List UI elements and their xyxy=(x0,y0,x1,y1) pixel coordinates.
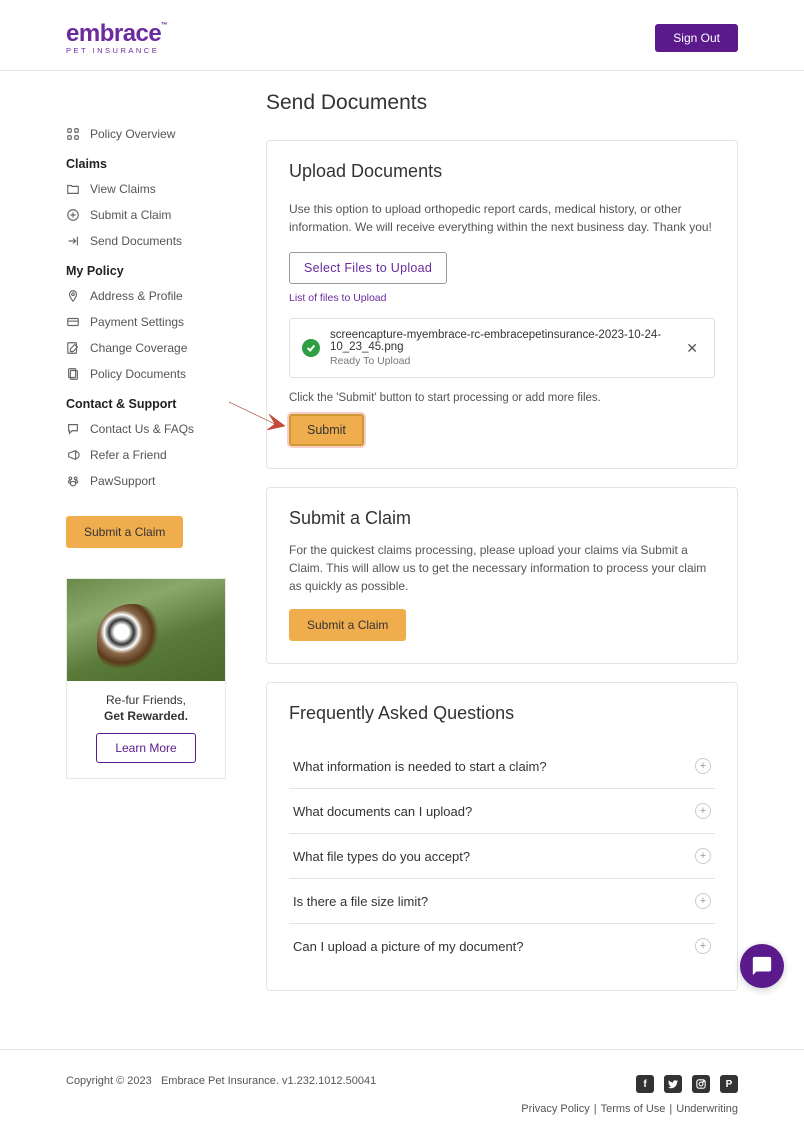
sidebar-label: Contact Us & FAQs xyxy=(90,422,194,436)
expand-icon: + xyxy=(695,848,711,864)
expand-icon: + xyxy=(695,803,711,819)
faq-question: What information is needed to start a cl… xyxy=(293,759,547,774)
instagram-icon[interactable] xyxy=(692,1075,710,1093)
privacy-link[interactable]: Privacy Policy xyxy=(521,1103,589,1115)
sidebar-section-my-policy: My Policy xyxy=(66,254,226,283)
expand-icon: + xyxy=(695,758,711,774)
sidebar-label: Change Coverage xyxy=(90,341,187,355)
sidebar-label: Send Documents xyxy=(90,234,182,248)
file-status: Ready To Upload xyxy=(330,355,672,367)
megaphone-icon xyxy=(66,448,80,462)
upload-documents-card: Upload Documents Use this option to uplo… xyxy=(266,140,738,469)
select-files-button[interactable]: Select Files to Upload xyxy=(289,252,447,284)
sidebar-item-refer-friend[interactable]: Refer a Friend xyxy=(66,442,226,468)
file-name: screencapture-myembrace-rc-embracepetins… xyxy=(330,329,672,353)
promo-text-line1: Re-fur Friends, xyxy=(77,693,215,707)
paw-icon xyxy=(66,474,80,488)
logo-tm: ™ xyxy=(161,22,168,29)
sidebar-item-policy-overview[interactable]: Policy Overview xyxy=(66,121,226,147)
send-icon xyxy=(66,234,80,248)
faq-card: Frequently Asked Questions What informat… xyxy=(266,682,738,991)
faq-question: Is there a file size limit? xyxy=(293,894,428,909)
sidebar-item-view-claims[interactable]: View Claims xyxy=(66,176,226,202)
folder-icon xyxy=(66,182,80,196)
uploaded-file-row: screencapture-myembrace-rc-embracepetins… xyxy=(289,318,715,378)
expand-icon: + xyxy=(695,893,711,909)
sidebar-item-change-coverage[interactable]: Change Coverage xyxy=(66,335,226,361)
submit-button[interactable]: Submit xyxy=(289,414,364,446)
sign-out-button[interactable]: Sign Out xyxy=(655,24,738,52)
grid-icon xyxy=(66,127,80,141)
chat-widget-button[interactable] xyxy=(740,944,784,988)
twitter-icon[interactable] xyxy=(664,1075,682,1093)
submit-claim-button[interactable]: Submit a Claim xyxy=(289,609,406,641)
sidebar-item-send-documents[interactable]: Send Documents xyxy=(66,228,226,254)
sidebar-item-submit-claim[interactable]: Submit a Claim xyxy=(66,202,226,228)
edit-icon xyxy=(66,341,80,355)
faq-question: Can I upload a picture of my document? xyxy=(293,939,524,954)
remove-file-button[interactable]: ✕ xyxy=(682,340,702,357)
submit-claim-description: For the quickest claims processing, plea… xyxy=(289,541,715,595)
faq-question: What file types do you accept? xyxy=(293,849,470,864)
faq-title: Frequently Asked Questions xyxy=(289,703,715,724)
plus-circle-icon xyxy=(66,208,80,222)
chat-icon xyxy=(66,422,80,436)
underwriting-link[interactable]: Underwriting xyxy=(676,1103,738,1115)
sidebar-section-contact-support: Contact & Support xyxy=(66,387,226,416)
documents-icon xyxy=(66,367,80,381)
check-circle-icon xyxy=(302,339,320,357)
sidebar-label: Refer a Friend xyxy=(90,448,167,462)
faq-item[interactable]: Can I upload a picture of my document? + xyxy=(289,924,715,968)
submit-claim-card: Submit a Claim For the quickest claims p… xyxy=(266,487,738,664)
sidebar-submit-claim-button[interactable]: Submit a Claim xyxy=(66,516,183,548)
sidebar-item-address-profile[interactable]: Address & Profile xyxy=(66,283,226,309)
upload-title: Upload Documents xyxy=(289,161,715,182)
sidebar-label: Policy Documents xyxy=(90,367,186,381)
sidebar-label: Submit a Claim xyxy=(90,208,171,222)
sidebar-label: Payment Settings xyxy=(90,315,184,329)
facebook-icon[interactable]: f xyxy=(636,1075,654,1093)
submit-claim-title: Submit a Claim xyxy=(289,508,715,529)
sidebar-item-payment-settings[interactable]: Payment Settings xyxy=(66,309,226,335)
logo-main-text: embrace xyxy=(66,20,161,47)
logo[interactable]: embrace™ PET INSURANCE xyxy=(66,20,161,55)
submit-help-text: Click the 'Submit' button to start proce… xyxy=(289,392,715,404)
promo-image xyxy=(67,579,225,681)
promo-card: Re-fur Friends, Get Rewarded. Learn More xyxy=(66,578,226,779)
sidebar-label: Address & Profile xyxy=(90,289,183,303)
pinterest-icon[interactable]: P xyxy=(720,1075,738,1093)
promo-text-line2: Get Rewarded. xyxy=(77,709,215,723)
faq-item[interactable]: What information is needed to start a cl… xyxy=(289,744,715,789)
upload-description: Use this option to upload orthopedic rep… xyxy=(289,200,715,236)
sidebar-item-pawsupport[interactable]: PawSupport xyxy=(66,468,226,494)
sidebar-section-claims: Claims xyxy=(66,147,226,176)
sidebar-label: View Claims xyxy=(90,182,156,196)
faq-item[interactable]: What documents can I upload? + xyxy=(289,789,715,834)
terms-link[interactable]: Terms of Use xyxy=(601,1103,666,1115)
faq-item[interactable]: Is there a file size limit? + xyxy=(289,879,715,924)
learn-more-button[interactable]: Learn More xyxy=(96,733,195,763)
file-list-link[interactable]: List of files to Upload xyxy=(289,292,715,304)
expand-icon: + xyxy=(695,938,711,954)
page-title: Send Documents xyxy=(266,91,738,115)
sidebar-item-policy-documents[interactable]: Policy Documents xyxy=(66,361,226,387)
pin-icon xyxy=(66,289,80,303)
card-icon xyxy=(66,315,80,329)
faq-item[interactable]: What file types do you accept? + xyxy=(289,834,715,879)
footer-copyright: Copyright © 2023 Embrace Pet Insurance. … xyxy=(66,1075,376,1087)
footer-links: Privacy Policy|Terms of Use|Underwriting xyxy=(521,1103,738,1115)
sidebar-label: PawSupport xyxy=(90,474,155,488)
highlight-arrow-icon xyxy=(227,396,287,439)
faq-question: What documents can I upload? xyxy=(293,804,472,819)
sidebar-item-contact-faqs[interactable]: Contact Us & FAQs xyxy=(66,416,226,442)
sidebar-label: Policy Overview xyxy=(90,127,175,141)
